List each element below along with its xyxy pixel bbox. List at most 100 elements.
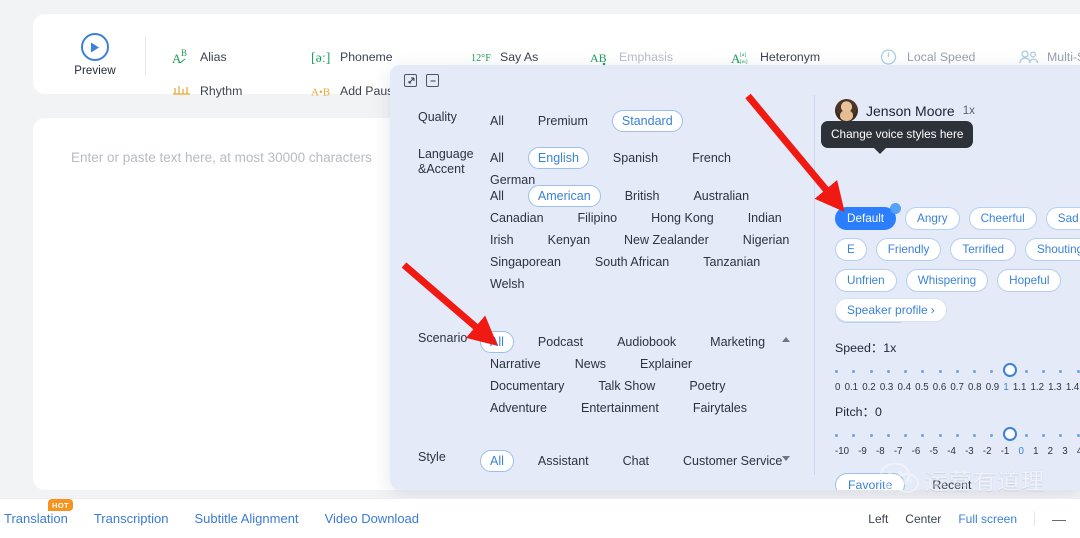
pitch-slider-knob[interactable] (1002, 427, 1017, 441)
filter-option-narrative[interactable]: Narrative (480, 353, 551, 375)
toolbar-item-label: Heteronym (760, 50, 821, 64)
filter-option-south-african[interactable]: South African (585, 251, 679, 273)
filter-option-filipino[interactable]: Filipino (568, 207, 628, 229)
toolbar-divider (145, 36, 146, 76)
filter-option-customer-service[interactable]: Customer Service (673, 450, 792, 472)
filter-option-canadian[interactable]: Canadian (480, 207, 554, 229)
filter-option-all[interactable]: All (480, 450, 514, 472)
toolbar-item-phoneme[interactable]: [əː] Phoneme (311, 47, 393, 67)
voice-style-unfrien[interactable]: Unfrien (835, 269, 897, 292)
toolbar-item-heteronym[interactable]: A [a] [eɪ] Heteronym (731, 47, 820, 67)
bottom-left-links: Translation HOT Transcription Subtitle Alig… (4, 499, 419, 526)
filter-option-english[interactable]: English (527, 147, 589, 169)
slider-dot (869, 370, 873, 373)
filter-option-indian[interactable]: Indian (738, 207, 792, 229)
slider-tick-label: 0.7 (950, 382, 964, 393)
slider-dot (1076, 370, 1080, 373)
toolbar-item-alias[interactable]: A B Alias (171, 47, 227, 67)
bottom-bar: Translation HOT Transcription Subtitle Alig… (0, 498, 1080, 538)
voice-style-default[interactable]: Default (835, 207, 897, 230)
filter-option-adventure[interactable]: Adventure (480, 397, 557, 419)
bottom-link-transcription[interactable]: Transcription (94, 511, 169, 526)
pitch-slider-track[interactable] (835, 427, 1080, 443)
filter-option-chat[interactable]: Chat (613, 450, 659, 472)
voice-style-friendly[interactable]: Friendly (875, 238, 942, 261)
voice-style-sad[interactable]: Sad (1045, 207, 1080, 230)
filter-option-tanzanian[interactable]: Tanzanian (693, 251, 770, 273)
filter-option-welsh[interactable]: Welsh (480, 273, 535, 295)
filter-option-kenyan[interactable]: Kenyan (538, 229, 600, 251)
toolbar-item-multi-speaker[interactable]: Multi-Speaker (1018, 47, 1080, 67)
slider-dot (852, 370, 856, 373)
filter-option-premium[interactable]: Premium (528, 110, 598, 132)
minimize-icon[interactable] (426, 74, 439, 87)
filter-option-news[interactable]: News (565, 353, 616, 375)
slider-tick-label: 1.2 (1030, 382, 1044, 393)
filter-option-poetry[interactable]: Poetry (679, 375, 735, 397)
filter-row-label: Quality (418, 110, 457, 124)
filter-options: All American British Australian Canadian Fili… (480, 185, 810, 295)
filter-option-talk-show[interactable]: Talk Show (588, 375, 665, 397)
filter-option-documentary[interactable]: Documentary (480, 375, 574, 397)
slider-dot (886, 434, 890, 437)
voice-style-hopeful[interactable]: Hopeful (997, 269, 1062, 292)
bottom-link-label: Subtitle Alignment (194, 511, 299, 526)
slider-dot (1024, 370, 1028, 373)
library-tab-recent[interactable]: Recent (919, 473, 984, 490)
filter-option-hong-kong[interactable]: Hong Kong (641, 207, 724, 229)
filter-option-entertainment[interactable]: Entertainment (571, 397, 669, 419)
toolbar-item-local-speed[interactable]: Local Speed (878, 47, 975, 67)
minimize-panel-icon[interactable]: — (1052, 511, 1066, 527)
bottom-link-label: Transcription (93, 511, 169, 526)
expand-icon[interactable] (404, 74, 417, 87)
view-option-left[interactable]: Left (868, 512, 888, 526)
filter-option-nigerian[interactable]: Nigerian (733, 229, 800, 251)
voice-style-shouting[interactable]: Shouting (1024, 238, 1080, 261)
chevron-down-icon[interactable] (782, 456, 790, 461)
speed-slider-track[interactable] (835, 363, 1080, 379)
say-as-icon: 12°F (471, 47, 493, 67)
speed-slider-knob[interactable] (1002, 363, 1017, 377)
slider-dot (1042, 370, 1046, 373)
filter-option-new-zealander[interactable]: New Zealander (614, 229, 719, 251)
toolbar-item-emphasis[interactable]: AB Emphasis (590, 47, 673, 67)
voice-detail-panel: Jenson Moore 1x Change voice styles here… (815, 95, 1080, 490)
bottom-link-translation[interactable]: Translation HOT (4, 499, 74, 526)
voice-style-angry[interactable]: Angry (905, 207, 960, 230)
voice-style-terrified[interactable]: Terrified (950, 238, 1016, 261)
filter-option-assistant[interactable]: Assistant (528, 450, 599, 472)
voice-style-cheerful[interactable]: Cheerful (968, 207, 1037, 230)
filter-option-podcast[interactable]: Podcast (528, 331, 593, 353)
filter-option-irish[interactable]: Irish (480, 229, 524, 251)
filter-option-explainer[interactable]: Explainer (630, 353, 702, 375)
speaker-profile-button[interactable]: Speaker profile › (835, 298, 947, 322)
filter-option-audiobook[interactable]: Audiobook (607, 331, 686, 353)
bottom-link-subtitle-alignment[interactable]: Subtitle Alignment (194, 511, 298, 526)
bottom-link-video-download[interactable]: Video Download (325, 511, 419, 526)
toolbar-item-add-pause[interactable]: A•B Add Pause (311, 81, 400, 101)
library-tab-favorite[interactable]: Favorite (835, 473, 906, 490)
view-option-center[interactable]: Center (905, 512, 941, 526)
preview-button[interactable]: Preview (60, 24, 130, 86)
filter-option-standard[interactable]: Standard (611, 110, 683, 132)
filter-option-all[interactable]: All (480, 147, 514, 169)
filter-option-all[interactable]: All (480, 185, 514, 207)
slider-dot (835, 434, 838, 437)
voice-style-whispering[interactable]: Whispering (905, 269, 989, 292)
filter-option-french[interactable]: French (682, 147, 741, 169)
toolbar-item-say-as[interactable]: 12°F Say As (471, 47, 538, 67)
filter-option-all[interactable]: All (480, 110, 514, 132)
view-option-full-screen[interactable]: Full screen (958, 512, 1017, 526)
voice-style-e[interactable]: E (835, 238, 867, 261)
filter-option-spanish[interactable]: Spanish (603, 147, 668, 169)
filter-option-australian[interactable]: Australian (683, 185, 759, 207)
filter-option-american[interactable]: American (527, 185, 601, 207)
toolbar-item-label: Local Speed (907, 50, 976, 64)
filter-option-singaporean[interactable]: Singaporean (480, 251, 571, 273)
toolbar-item-rhythm[interactable]: Rhythm (171, 81, 242, 101)
filter-option-marketing[interactable]: Marketing (700, 331, 775, 353)
filter-option-fairytales[interactable]: Fairytales (683, 397, 757, 419)
filter-option-all[interactable]: All (480, 331, 514, 353)
filter-option-british[interactable]: British (615, 185, 670, 207)
chevron-up-icon[interactable] (782, 337, 790, 342)
